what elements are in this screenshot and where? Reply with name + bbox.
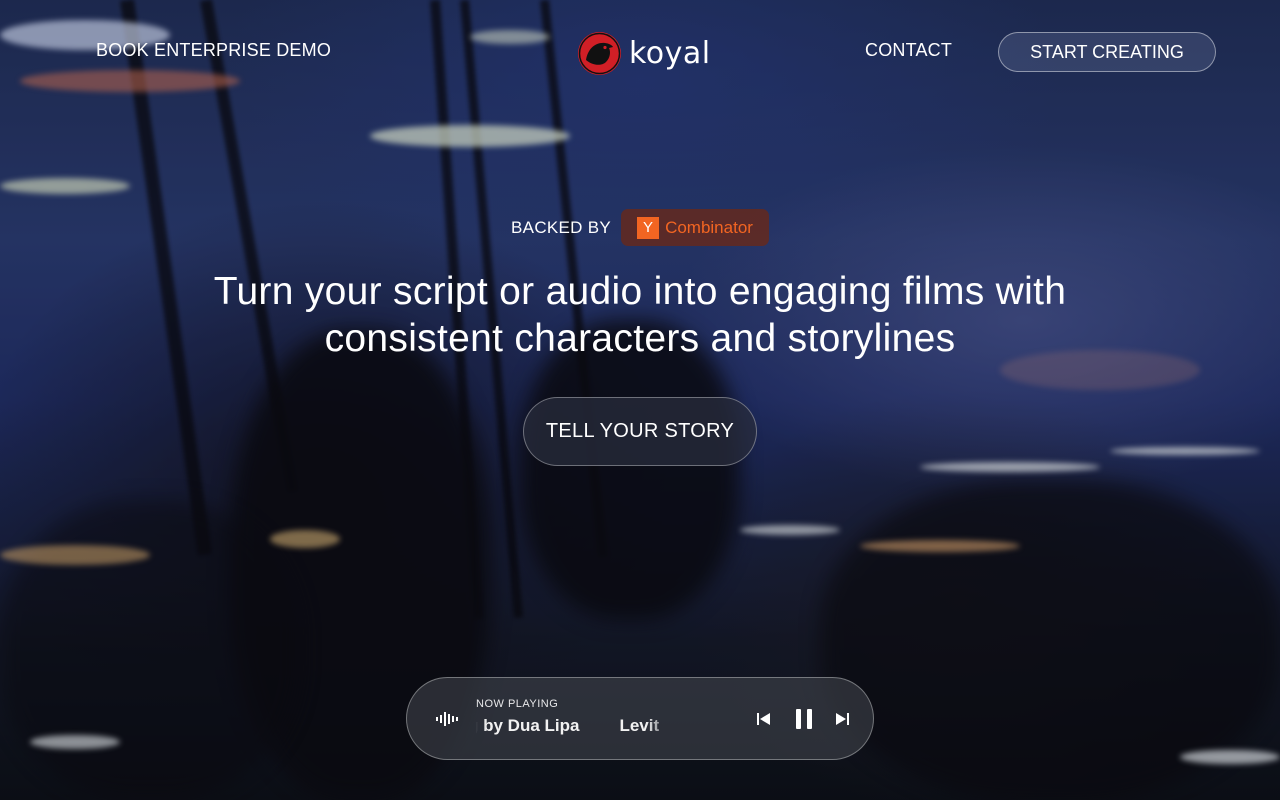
backed-by-label: BACKED BY [511,217,612,237]
backed-by-row: BACKED BY Y Combinator [0,209,1280,246]
track-title-text-next: Levit [619,716,660,735]
now-playing-label: NOW PLAYING [476,698,559,710]
tell-your-story-button[interactable]: TELL YOUR STORY [523,397,757,466]
start-creating-button[interactable]: START CREATING [998,32,1216,72]
logo-wordmark: koyal [629,35,711,71]
track-title-text: g by Dua Lipa [476,716,580,735]
yc-name: Combinator [665,217,753,237]
track-ticker: g by Dua Lipa Levit [476,716,676,738]
skip-previous-icon[interactable] [753,708,775,730]
music-player: NOW PLAYING g by Dua Lipa Levit [406,677,874,760]
y-combinator-badge: Y Combinator [621,209,769,246]
book-enterprise-demo-link[interactable]: BOOK ENTERPRISE DEMO [96,40,331,61]
hero-headline: Turn your script or audio into engaging … [140,268,1140,362]
pause-icon[interactable] [792,706,816,732]
skip-next-icon[interactable] [831,708,853,730]
waveform-icon [435,711,459,727]
headline-line-2: consistent characters and storylines [324,317,956,360]
top-nav: BOOK ENTERPRISE DEMO koyal CONTACT START… [0,0,1280,100]
headline-line-1: Turn your script or audio into engaging … [213,270,1067,313]
koyal-logo[interactable]: koyal [578,31,711,75]
contact-link[interactable]: CONTACT [865,40,952,61]
koyal-bird-logo-icon [578,31,621,75]
yc-logo-icon: Y [637,216,660,239]
